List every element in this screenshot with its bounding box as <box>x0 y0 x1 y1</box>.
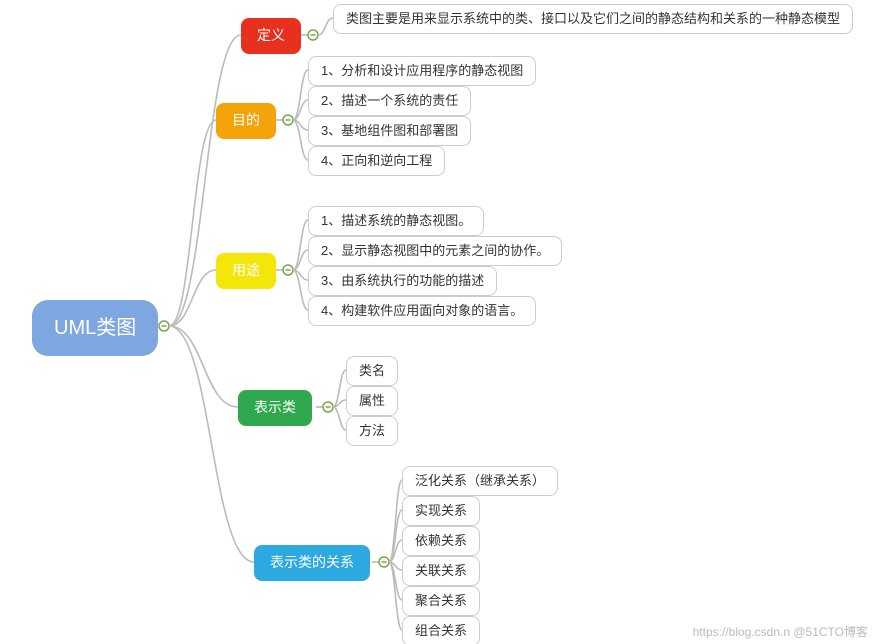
leaf-represent_class-2[interactable]: 方法 <box>346 416 398 446</box>
root-node[interactable]: UML类图 <box>32 300 158 356</box>
leaf-usage-0[interactable]: 1、描述系统的静态视图。 <box>308 206 484 236</box>
leaf-class_relations-0[interactable]: 泛化关系（继承关系） <box>402 466 558 496</box>
mindmap-canvas: https://blog.csdn.n @51CTO博客 UML类图 定义 类图主要… <box>0 0 874 644</box>
leaf-usage-1[interactable]: 2、显示静态视图中的元素之间的协作。 <box>308 236 562 266</box>
leaf-class_relations-2[interactable]: 依赖关系 <box>402 526 480 556</box>
leaf-definition-0[interactable]: 类图主要是用来显示系统中的类、接口以及它们之间的静态结构和关系的一种静态模型 <box>333 4 853 34</box>
branch-purpose[interactable]: 目的 <box>216 103 276 139</box>
leaf-class_relations-4[interactable]: 聚合关系 <box>402 586 480 616</box>
leaf-class_relations-1[interactable]: 实现关系 <box>402 496 480 526</box>
leaf-represent_class-1[interactable]: 属性 <box>346 386 398 416</box>
branch-class_relations[interactable]: 表示类的关系 <box>254 545 370 581</box>
branch-represent_class[interactable]: 表示类 <box>238 390 312 426</box>
leaf-purpose-1[interactable]: 2、描述一个系统的责任 <box>308 86 471 116</box>
leaf-class_relations-3[interactable]: 关联关系 <box>402 556 480 586</box>
leaf-class_relations-5[interactable]: 组合关系 <box>402 616 480 644</box>
leaf-purpose-2[interactable]: 3、基地组件图和部署图 <box>308 116 471 146</box>
branch-usage[interactable]: 用途 <box>216 253 276 289</box>
leaf-purpose-0[interactable]: 1、分析和设计应用程序的静态视图 <box>308 56 536 86</box>
leaf-usage-2[interactable]: 3、由系统执行的功能的描述 <box>308 266 497 296</box>
leaf-purpose-3[interactable]: 4、正向和逆向工程 <box>308 146 445 176</box>
watermark: https://blog.csdn.n @51CTO博客 <box>693 623 868 640</box>
leaf-represent_class-0[interactable]: 类名 <box>346 356 398 386</box>
branch-definition[interactable]: 定义 <box>241 18 301 54</box>
leaf-usage-3[interactable]: 4、构建软件应用面向对象的语言。 <box>308 296 536 326</box>
